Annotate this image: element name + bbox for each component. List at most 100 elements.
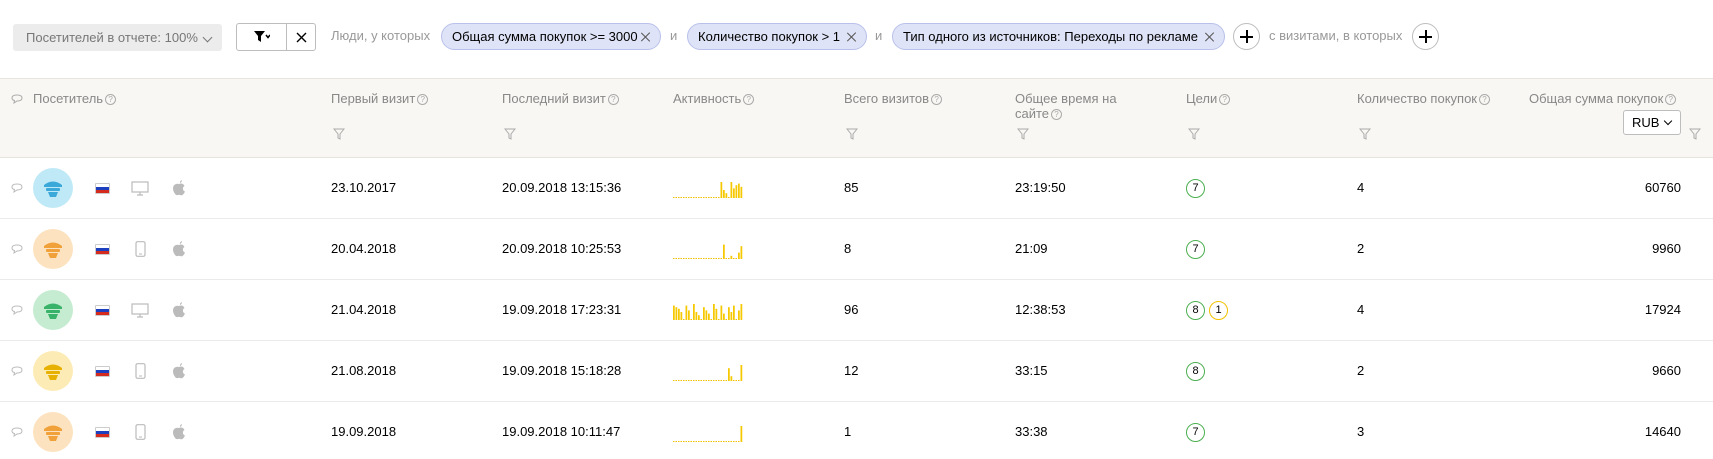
- activity-bar: [685, 305, 688, 320]
- help-icon[interactable]: ?: [743, 94, 755, 105]
- add-people-condition-button[interactable]: [1233, 23, 1260, 50]
- table-row[interactable]: 20.04.2018 20.09.2018 10:25:53 8 21:09 7 2 996…: [0, 219, 1713, 280]
- filter-icon[interactable]: [1689, 128, 1701, 140]
- column-header-total-visits[interactable]: Всего визитов?: [844, 91, 943, 106]
- help-icon[interactable]: ?: [931, 94, 943, 105]
- filter-chip-source[interactable]: Тип одного из источников: Переходы по ре…: [892, 23, 1225, 50]
- column-header-first-visit[interactable]: Первый визит?: [331, 91, 429, 106]
- revenue-value: 17924: [1644, 302, 1681, 317]
- last-visit-datetime: 19.09.2018 17:23:31: [502, 302, 622, 317]
- last-visit-datetime: 20.09.2018 13:15:36: [502, 180, 622, 195]
- column-header-revenue[interactable]: Общая сумма покупок?: [1529, 91, 1677, 106]
- column-header-activity[interactable]: Активность?: [673, 91, 755, 106]
- last-visit-datetime: 20.09.2018 10:25:53: [502, 241, 622, 256]
- chevron-down-icon: [202, 32, 213, 43]
- visitor-avatar[interactable]: [33, 412, 73, 452]
- filter-icon[interactable]: [846, 128, 858, 140]
- comment-icon[interactable]: [11, 305, 23, 315]
- help-icon[interactable]: ?: [1478, 94, 1490, 105]
- remove-chip-icon[interactable]: [847, 32, 857, 42]
- sampling-dropdown[interactable]: Посетителей в отчете: 100%: [13, 24, 222, 51]
- filter-icon[interactable]: [1359, 128, 1371, 140]
- goal-badge[interactable]: 7: [1186, 423, 1205, 442]
- goals-cell: 81: [1186, 301, 1232, 320]
- comment-icon[interactable]: [11, 427, 23, 437]
- remove-chip-icon[interactable]: [1205, 32, 1215, 42]
- help-icon[interactable]: ?: [1219, 94, 1231, 105]
- activity-bar: [720, 305, 723, 320]
- table-row[interactable]: 21.04.2018 19.09.2018 17:23:31 96 12:38:53 8…: [0, 280, 1713, 341]
- goals-cell: 7: [1186, 423, 1209, 442]
- clear-filters-button[interactable]: [287, 24, 315, 50]
- total-visits-value: 1: [844, 424, 852, 439]
- activity-sparkline: [673, 304, 743, 320]
- column-header-label: Активность: [673, 91, 742, 106]
- filter-chip-label: Количество покупок > 1: [698, 29, 841, 44]
- smartphone-icon: [135, 241, 146, 257]
- russia-flag-icon: [95, 427, 110, 438]
- comment-icon[interactable]: [11, 244, 23, 254]
- table-row[interactable]: 19.09.2018 19.09.2018 10:11:47 1 33:38 7 3 146…: [0, 402, 1713, 459]
- comment-icon[interactable]: [11, 183, 23, 193]
- activity-bar: [725, 193, 728, 198]
- filter-icon[interactable]: [504, 128, 516, 140]
- comment-icon[interactable]: [11, 366, 23, 376]
- column-header-last-visit[interactable]: Последний визит?: [502, 91, 619, 106]
- activity-bar: [693, 304, 695, 320]
- visitor-icon: [44, 364, 62, 380]
- column-header-visitor[interactable]: Посетитель?: [33, 91, 117, 106]
- filter-chip-purchases[interactable]: Количество покупок > 1: [687, 23, 867, 50]
- activity-bar: [740, 246, 743, 259]
- activity-bar: [675, 307, 678, 320]
- column-header-total-time[interactable]: Общее время на сайте?: [1015, 91, 1117, 121]
- help-icon[interactable]: ?: [1665, 94, 1677, 105]
- visitor-avatar[interactable]: [33, 168, 73, 208]
- goal-badge[interactable]: 8: [1186, 362, 1205, 381]
- column-header-purchases[interactable]: Количество покупок?: [1357, 91, 1490, 106]
- filter-icon[interactable]: [1017, 128, 1029, 140]
- column-header-goals[interactable]: Цели?: [1186, 91, 1231, 106]
- filter-menu-button[interactable]: [237, 24, 287, 50]
- help-icon[interactable]: ?: [417, 94, 429, 105]
- first-visit-date: 21.04.2018: [331, 302, 397, 317]
- filter-icon[interactable]: [1188, 128, 1200, 140]
- activity-bar: [720, 182, 723, 198]
- table-row[interactable]: 21.08.2018 19.09.2018 15:18:28 12 33:15 8 2 96…: [0, 341, 1713, 402]
- visitor-avatar[interactable]: [33, 351, 73, 391]
- russia-flag-icon: [95, 305, 110, 316]
- segment-filter-bar: Посетителей в отчете: 100% Люди, у котор…: [0, 0, 1713, 78]
- activity-bar: [733, 305, 735, 320]
- activity-bar: [673, 305, 675, 320]
- filter-chip-revenue[interactable]: Общая сумма покупок >= 3000: [441, 23, 661, 50]
- total-visits-value: 8: [844, 241, 852, 256]
- goal-badge[interactable]: 1: [1209, 301, 1228, 320]
- revenue-value: 60760: [1644, 180, 1681, 195]
- column-header-label: Посетитель: [33, 91, 104, 106]
- smartphone-icon: [135, 363, 146, 379]
- total-visits-value: 12: [844, 363, 859, 378]
- activity-bar: [723, 190, 725, 198]
- help-icon[interactable]: ?: [1051, 109, 1063, 120]
- remove-chip-icon[interactable]: [641, 32, 651, 42]
- activity-bar: [723, 244, 725, 259]
- goal-badge[interactable]: 8: [1186, 301, 1205, 320]
- visitor-avatar[interactable]: [33, 290, 73, 330]
- desktop-icon: [131, 303, 149, 318]
- goal-badge[interactable]: 7: [1186, 179, 1205, 198]
- goal-badge[interactable]: 7: [1186, 240, 1205, 259]
- table-row[interactable]: 23.10.2017 20.09.2018 13:15:36 85 23:19:50 7…: [0, 158, 1713, 219]
- add-visit-condition-button[interactable]: [1412, 23, 1439, 50]
- visitor-avatar[interactable]: [33, 229, 73, 269]
- apple-icon: [173, 241, 185, 257]
- table-body: 23.10.2017 20.09.2018 13:15:36 85 23:19:50 7…: [0, 158, 1713, 459]
- help-icon[interactable]: ?: [607, 94, 619, 105]
- apple-icon: [173, 180, 185, 196]
- activity-bar: [703, 307, 705, 320]
- visitor-icon: [44, 181, 62, 197]
- activity-bar: [688, 310, 690, 320]
- help-icon[interactable]: ?: [105, 94, 117, 105]
- filter-icon[interactable]: [333, 128, 345, 140]
- goals-cell: 7: [1186, 240, 1209, 259]
- currency-select[interactable]: RUB: [1623, 110, 1681, 135]
- activity-bar: [730, 182, 733, 198]
